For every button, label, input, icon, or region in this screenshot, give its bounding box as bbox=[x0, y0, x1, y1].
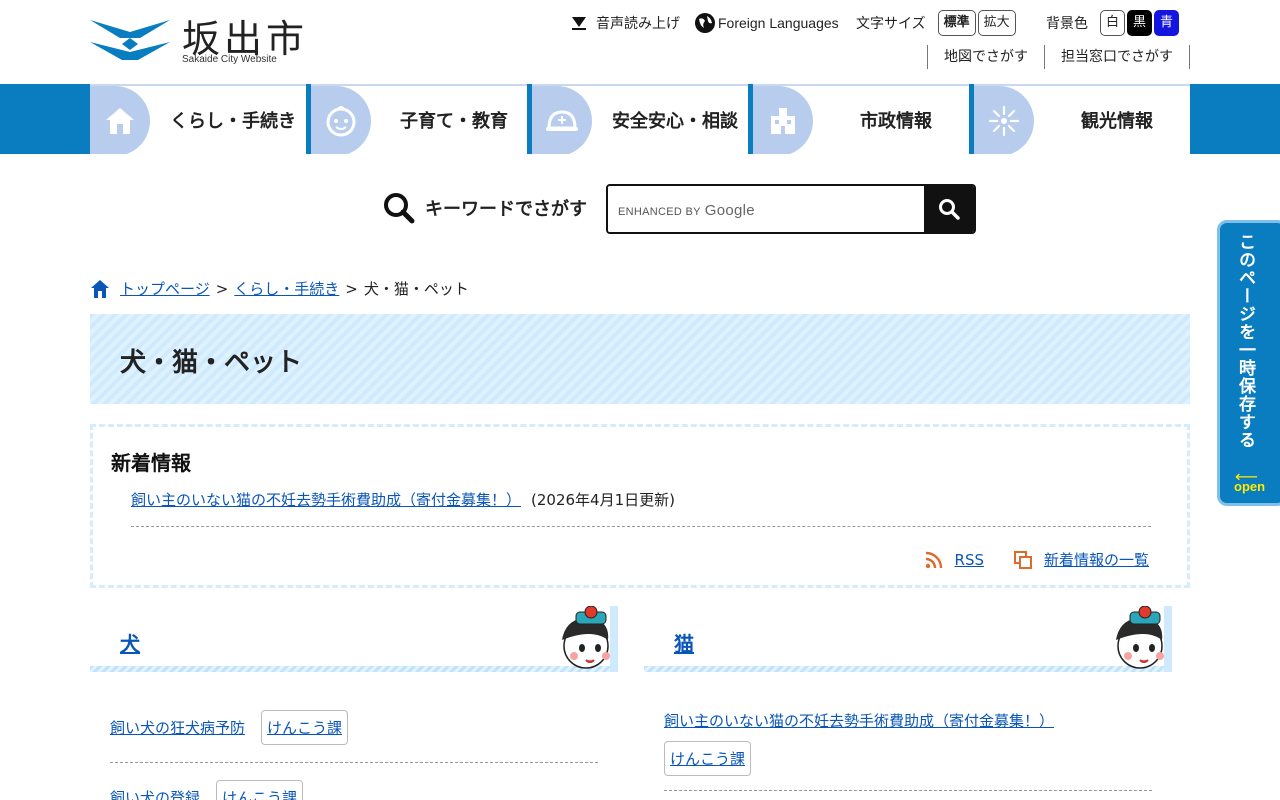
dept-tag-link[interactable]: けんこう課 bbox=[216, 780, 304, 800]
list-copy-icon bbox=[1013, 550, 1032, 569]
globe-icon bbox=[695, 13, 715, 33]
logo-text-en: Sakaide City Website bbox=[182, 54, 277, 65]
nav-label: くらし・手続き bbox=[170, 111, 296, 132]
search-form: ENHANCED BY Google bbox=[606, 184, 976, 234]
home-icon bbox=[91, 279, 109, 298]
divider bbox=[131, 526, 1151, 527]
speech-button[interactable]: 音声読み上げ bbox=[570, 10, 680, 36]
entry-link[interactable]: 飼い主のいない猫の不妊去勢手術費助成（寄付金募集！） bbox=[664, 710, 1054, 731]
header-sublinks: 地図でさがす 担当窓口でさがす bbox=[927, 45, 1190, 69]
background-color-control: 背景色 白 黒 青 bbox=[1046, 10, 1180, 36]
global-nav: くらし・手続き 子育て・教育 安全安心・相談 市政情報 観光情報 bbox=[0, 84, 1280, 154]
magnifier-icon bbox=[384, 193, 415, 224]
news-item-link[interactable]: 飼い主のいない猫の不妊去勢手術費助成（寄付金募集！） bbox=[131, 489, 521, 510]
nav-item-safety[interactable]: 安全安心・相談 bbox=[532, 84, 748, 154]
bg-white-button[interactable]: 白 bbox=[1100, 10, 1126, 36]
list-item: 飼い犬の狂犬病予防 けんこう課 bbox=[110, 710, 610, 745]
site-header: 坂出市 Sakaide City Website 音声読み上げ Foreign … bbox=[0, 0, 1280, 84]
breadcrumb-home-link[interactable]: トップページ bbox=[120, 278, 210, 299]
site-logo[interactable]: 坂出市 Sakaide City Website bbox=[90, 12, 310, 68]
keyword-search-label: キーワードでさがす bbox=[383, 192, 587, 224]
news-list-link[interactable]: 新着情報の一覧 bbox=[1044, 549, 1149, 570]
bg-black-button[interactable]: 黒 bbox=[1127, 10, 1153, 36]
list-item: 飼い犬の登録 けんこう課 bbox=[110, 780, 610, 800]
nav-label: 安全安心・相談 bbox=[612, 111, 738, 132]
nav-label: 子育て・教育 bbox=[400, 111, 508, 132]
search-input[interactable] bbox=[608, 186, 926, 232]
speaker-down-icon bbox=[572, 17, 586, 30]
rss-link[interactable]: RSS bbox=[955, 551, 984, 569]
text-size-standard-button[interactable]: 標準 bbox=[937, 10, 976, 36]
nav-item-childcare[interactable]: 子育て・教育 bbox=[311, 84, 527, 154]
house-icon bbox=[106, 108, 134, 134]
cat-heading-link[interactable]: 猫 bbox=[674, 632, 694, 656]
news-links: RSS 新着情報の一覧 bbox=[925, 549, 1149, 570]
dog-section: 犬 飼い犬の狂犬病予防 けんこう課 飼い犬の登録 けんこう課 bbox=[90, 606, 618, 800]
nav-label: 観光情報 bbox=[1081, 111, 1153, 132]
breadcrumb: トップページ > くらし・手続き > 犬・猫・ペット bbox=[90, 278, 469, 299]
nav-item-tourism[interactable]: 観光情報 bbox=[974, 84, 1190, 154]
foreign-languages-button[interactable]: Foreign Languages bbox=[694, 10, 839, 36]
search-button[interactable] bbox=[924, 186, 974, 232]
building-icon bbox=[771, 108, 795, 134]
bg-color-label: 背景色 bbox=[1046, 16, 1088, 32]
lang-label: Foreign Languages bbox=[718, 15, 839, 31]
text-size-large-button[interactable]: 拡大 bbox=[977, 10, 1016, 36]
map-search-link[interactable]: 地図でさがす bbox=[927, 45, 1044, 69]
nav-item-living[interactable]: くらし・手続き bbox=[90, 84, 306, 154]
divider bbox=[110, 762, 598, 763]
cat-section: 猫 飼い主のいない猫の不妊去勢手術費助成（寄付金募集！） けんこう課 bbox=[644, 606, 1172, 791]
dog-heading-link[interactable]: 犬 bbox=[120, 632, 140, 656]
text-size-control: 文字サイズ 標準 拡大 bbox=[856, 10, 1016, 36]
open-label: open bbox=[1234, 479, 1266, 494]
firework-icon bbox=[988, 105, 1020, 137]
list-item: 飼い主のいない猫の不妊去勢手術費助成（寄付金募集！） けんこう課 bbox=[664, 710, 1144, 776]
entry-link[interactable]: 飼い犬の狂犬病予防 bbox=[110, 717, 245, 738]
breadcrumb-current: 犬・猫・ペット bbox=[363, 280, 469, 298]
breadcrumb-parent-link[interactable]: くらし・手続き bbox=[234, 278, 339, 299]
news-heading: 新着情報 bbox=[111, 451, 191, 475]
speech-label: 音声読み上げ bbox=[596, 16, 680, 32]
text-size-label: 文字サイズ bbox=[856, 16, 926, 32]
entry-link[interactable]: 飼い犬の登録 bbox=[110, 787, 200, 800]
page-title: 犬・猫・ペット bbox=[120, 348, 303, 378]
baby-icon bbox=[326, 106, 356, 137]
dept-tag-link[interactable]: けんこう課 bbox=[664, 741, 752, 776]
search-label-text: キーワードでさがす bbox=[425, 199, 587, 220]
save-page-tab[interactable]: このページを一時保存する ⟵ open bbox=[1217, 220, 1280, 506]
bg-blue-button[interactable]: 青 bbox=[1154, 10, 1180, 36]
rss-icon bbox=[925, 551, 942, 568]
dept-tag-link[interactable]: けんこう課 bbox=[261, 710, 349, 745]
divider bbox=[664, 790, 1152, 791]
nav-label: 市政情報 bbox=[860, 111, 932, 132]
save-page-text: このページを一時保存する bbox=[1235, 233, 1255, 449]
news-section: 新着情報 飼い主のいない猫の不妊去勢手術費助成（寄付金募集！） (2026年4月… bbox=[90, 424, 1190, 588]
mascot-icon bbox=[1116, 606, 1164, 669]
nav-item-city-info[interactable]: 市政情報 bbox=[753, 84, 969, 154]
city-emblem-icon bbox=[90, 20, 170, 60]
dept-search-link[interactable]: 担当窓口でさがす bbox=[1044, 45, 1190, 69]
dog-section-header: 犬 bbox=[90, 606, 618, 672]
page-title-band: 犬・猫・ペット bbox=[90, 314, 1190, 404]
helmet-icon bbox=[546, 110, 578, 131]
mascot-icon bbox=[562, 606, 610, 669]
search-icon bbox=[939, 199, 960, 220]
cat-section-header: 猫 bbox=[644, 606, 1172, 672]
news-item-date: (2026年4月1日更新) bbox=[531, 491, 675, 509]
news-item: 飼い主のいない猫の不妊去勢手術費助成（寄付金募集！） (2026年4月1日更新) bbox=[131, 489, 675, 510]
